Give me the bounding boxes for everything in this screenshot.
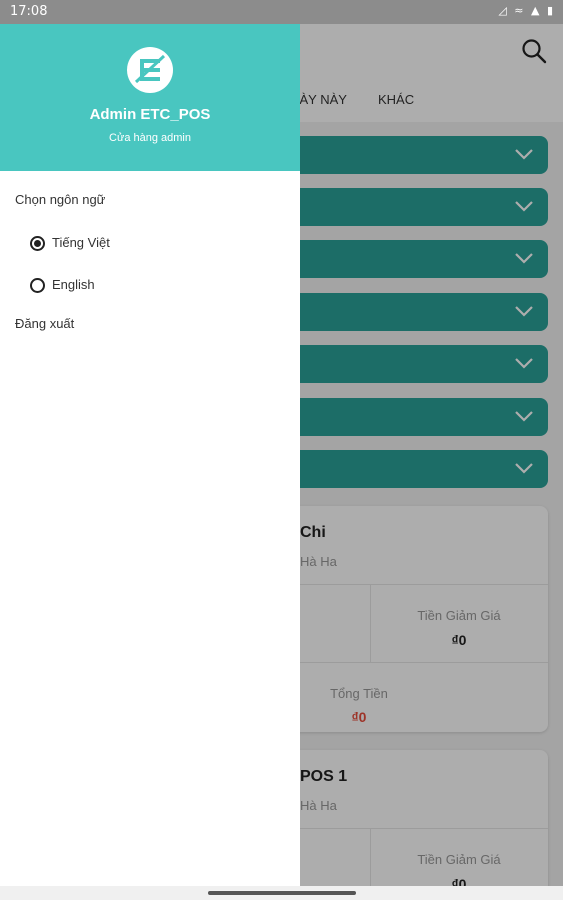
navigation-drawer: Admin ETC_POS Cửa hàng admin Chọn ngôn n… — [0, 24, 300, 886]
status-time: 17:08 — [10, 4, 48, 19]
language-option-vietnamese[interactable]: Tiếng Việt — [30, 234, 270, 256]
drawer-header: Admin ETC_POS Cửa hàng admin — [0, 24, 300, 171]
status-icons: ◿ ≈ ▲ ▮ — [498, 4, 555, 17]
logout-button[interactable]: Đăng xuất — [15, 316, 74, 331]
radio-selected-icon[interactable] — [30, 236, 45, 251]
radio-unselected-icon[interactable] — [30, 278, 45, 293]
language-option-label: English — [52, 277, 95, 292]
home-handle[interactable] — [208, 891, 356, 895]
language-label: Chọn ngôn ngữ — [15, 192, 106, 207]
admin-name: Admin ETC_POS — [89, 106, 211, 123]
language-option-english[interactable]: English — [30, 276, 270, 298]
status-bar: 17:08 ◿ ≈ ▲ ▮ — [0, 0, 563, 24]
logo-icon — [127, 47, 173, 93]
language-option-label: Tiếng Việt — [52, 235, 110, 250]
store-name: Cửa hàng admin — [109, 132, 191, 144]
navigation-bar — [0, 886, 563, 900]
